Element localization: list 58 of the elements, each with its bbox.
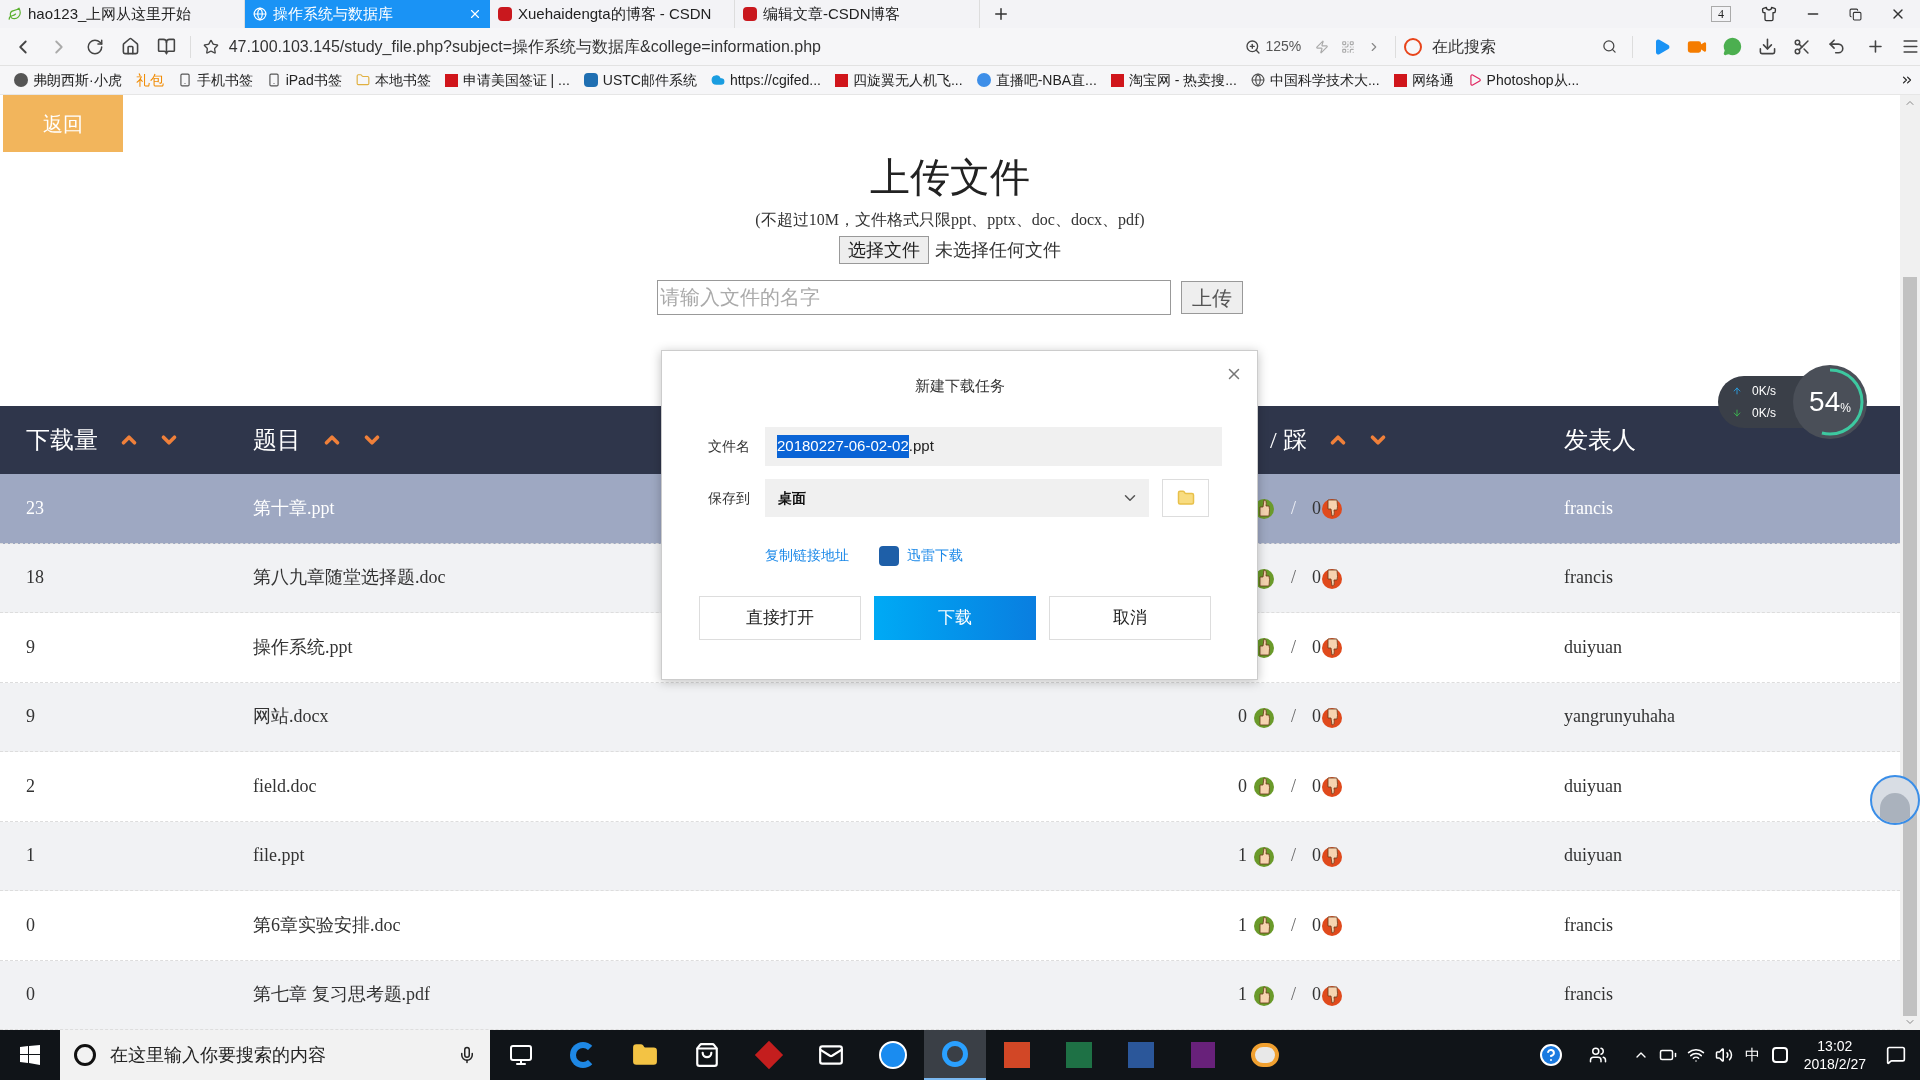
separator-text: / — [1291, 705, 1296, 729]
table-cell-text: 第八九章随堂选择题.doc — [253, 566, 446, 590]
field-label: 保存到 — [708, 488, 751, 508]
table-cell-text: 18 — [26, 566, 44, 590]
like-count: 0 — [1238, 705, 1248, 729]
dislike-count: 0 — [1312, 844, 1321, 868]
table-cell-text: 2 — [26, 774, 35, 798]
table-cell-text: 1 — [26, 844, 35, 868]
dislike-count: 0 — [1312, 705, 1321, 729]
dislike-count: 0 — [1312, 913, 1321, 937]
percent-sign: % — [1840, 401, 1851, 417]
separator-text: / — [1291, 496, 1296, 520]
table-cell-text: field.doc — [253, 774, 317, 798]
table-cell-text: francis — [1564, 566, 1613, 590]
like-count: 0 — [1238, 774, 1248, 798]
column-header: 发表人 — [1564, 426, 1636, 455]
separator-text: / — [1291, 566, 1296, 590]
table-cell-text: francis — [1564, 983, 1613, 1007]
table-cell-text: 0 — [26, 913, 35, 937]
dislike-count: 0 — [1312, 774, 1321, 798]
table-cell-text: 第十章.ppt — [253, 496, 335, 520]
table-cell-text: yangrunyuhaha — [1564, 705, 1675, 729]
table-cell-text: 9 — [26, 705, 35, 729]
separator-text: / — [1291, 913, 1296, 937]
like-count: 1 — [1238, 913, 1248, 937]
download-speed: 0K/s — [1752, 405, 1776, 422]
table-cell-text: 第七章 复习思考题.pdf — [253, 983, 430, 1007]
gauge-percent: 54 — [1809, 385, 1841, 419]
table-cell-text: duiyuan — [1564, 774, 1622, 798]
table-cell-text: file.ppt — [253, 844, 305, 868]
field-label: 文件名 — [708, 437, 751, 456]
dialog-title: 新建下载任务 — [914, 375, 1005, 396]
dislike-count: 0 — [1312, 635, 1321, 659]
table-cell-text: 9 — [26, 635, 35, 659]
table-cell-text: duiyuan — [1564, 635, 1622, 659]
separator-text: / — [1291, 844, 1296, 868]
dislike-count: 0 — [1312, 566, 1321, 590]
tab-count-badge: 4 — [1711, 6, 1731, 22]
upload-title: 上传文件 — [870, 154, 1030, 202]
table-cell-text: duiyuan — [1564, 844, 1622, 868]
upload-speed: 0K/s — [1752, 383, 1776, 400]
like-count: 1 — [1238, 844, 1248, 868]
table-cell-text: 第6章实验安排.doc — [253, 913, 401, 937]
table-cell-text: francis — [1564, 913, 1613, 937]
separator-text: / — [1291, 635, 1296, 659]
zoom-level: 125% — [1265, 37, 1302, 56]
dislike-count: 0 — [1312, 983, 1321, 1007]
table-cell-text: 操作系统.ppt — [253, 635, 353, 659]
table-cell-text: 网站.docx — [253, 705, 329, 729]
table-cell-text: 23 — [26, 496, 44, 520]
separator-text: / — [1291, 774, 1296, 798]
table-cell-text: 0 — [26, 983, 35, 1007]
table-cell-text: francis — [1564, 496, 1613, 520]
dislike-count: 0 — [1312, 496, 1321, 520]
like-count: 1 — [1238, 983, 1248, 1007]
no-file-text: 未选择任何文件 — [935, 238, 1061, 262]
upload-note: (不超过10M，文件格式只限ppt、pptx、doc、docx、pdf) — [755, 210, 1145, 231]
separator-text: / — [1291, 983, 1296, 1007]
